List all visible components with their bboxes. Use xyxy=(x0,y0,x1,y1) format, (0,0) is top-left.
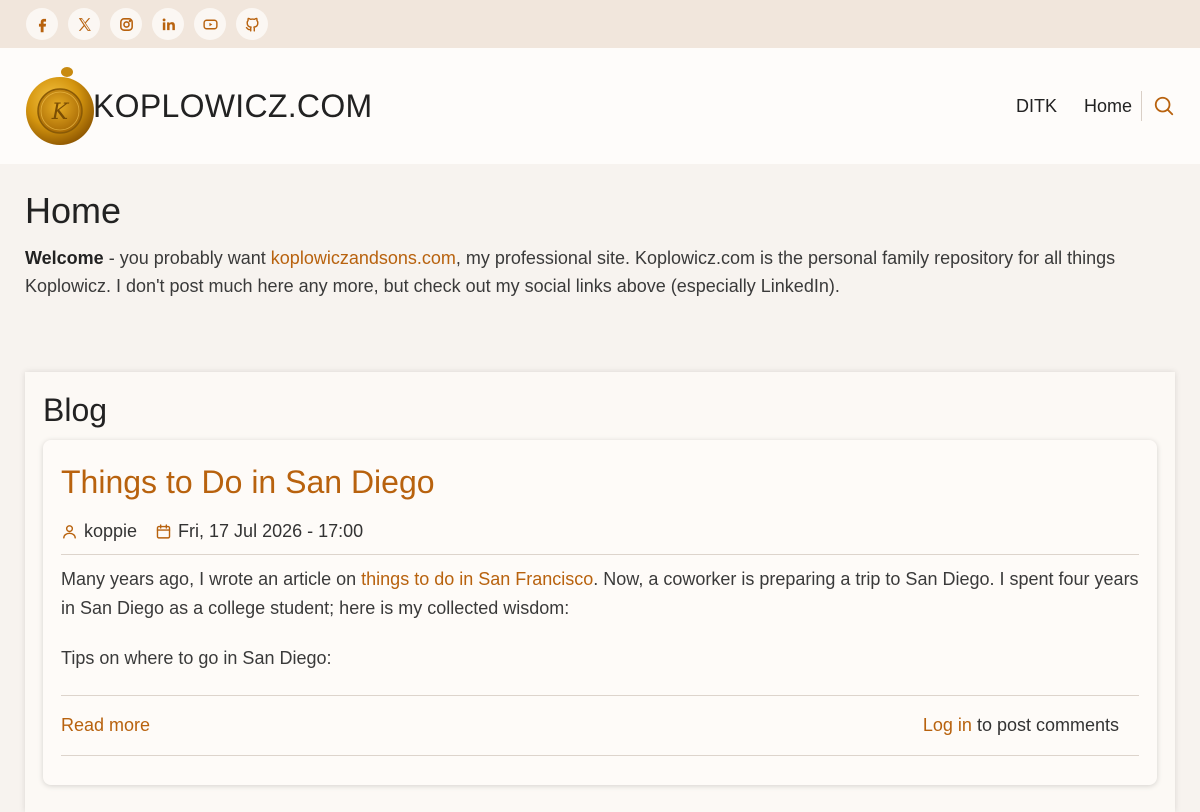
comments-suffix: to post comments xyxy=(971,715,1119,735)
article-card: Things to Do in San Diego koppie Fri, 17… xyxy=(43,440,1157,785)
intro-text: Welcome - you probably want koplowiczand… xyxy=(25,244,1175,300)
article-title[interactable]: Things to Do in San Diego xyxy=(61,460,1139,504)
main-nav: DITK Home xyxy=(989,91,1175,121)
x-icon[interactable] xyxy=(68,8,100,40)
p1-before-link: Many years ago, I wrote an article on xyxy=(61,569,362,589)
author: koppie xyxy=(61,521,137,542)
github-icon[interactable] xyxy=(236,8,268,40)
article-footer: Read more Log in to post comments xyxy=(61,695,1139,756)
page-title: Home xyxy=(25,190,122,231)
article-body: Many years ago, I wrote an article on th… xyxy=(61,565,1139,673)
linkedin-icon[interactable] xyxy=(152,8,184,40)
user-icon xyxy=(63,525,76,539)
branding: K KOPLOWICZ.COM xyxy=(25,65,372,147)
post-date-text: Fri, 17 Jul 2026 - 17:00 xyxy=(178,521,364,541)
search-icon[interactable] xyxy=(1153,95,1175,117)
professional-site-link[interactable]: koplowiczandsons.com xyxy=(271,248,456,268)
blog-section: Blog Things to Do in San Diego koppie Fr… xyxy=(25,372,1175,812)
intro-bold: Welcome xyxy=(25,248,104,268)
youtube-icon[interactable] xyxy=(194,8,226,40)
intro-before-link: - you probably want xyxy=(103,248,271,268)
author-name[interactable]: koppie xyxy=(84,521,137,542)
article-paragraph-2: Tips on where to go in San Diego: xyxy=(61,648,332,668)
svg-text:K: K xyxy=(51,100,70,125)
blog-title: Blog xyxy=(43,392,108,428)
post-date: Fri, 17 Jul 2026 - 17:00 xyxy=(155,521,363,542)
nav-divider xyxy=(1141,91,1142,121)
read-more-link[interactable]: Read more xyxy=(61,715,150,736)
instagram-icon[interactable] xyxy=(110,8,142,40)
article-paragraph: Many years ago, I wrote an article on th… xyxy=(61,565,1139,623)
article-meta: koppie Fri, 17 Jul 2026 - 17:00 xyxy=(61,521,1139,555)
comments-note: Log in to post comments xyxy=(923,715,1119,736)
facebook-icon[interactable] xyxy=(26,8,58,40)
wax-seal-logo[interactable]: K xyxy=(25,65,95,147)
calendar-icon xyxy=(156,524,171,539)
site-name[interactable]: KOPLOWICZ.COM xyxy=(93,88,372,125)
site-header: K KOPLOWICZ.COM DITK Home xyxy=(0,48,1200,164)
nav-item-home[interactable]: Home xyxy=(1084,96,1132,117)
login-link[interactable]: Log in xyxy=(923,715,972,735)
social-bar xyxy=(0,0,1200,48)
san-francisco-link[interactable]: things to do in San Francisco xyxy=(361,569,593,589)
nav-item-ditk[interactable]: DITK xyxy=(1016,96,1057,117)
